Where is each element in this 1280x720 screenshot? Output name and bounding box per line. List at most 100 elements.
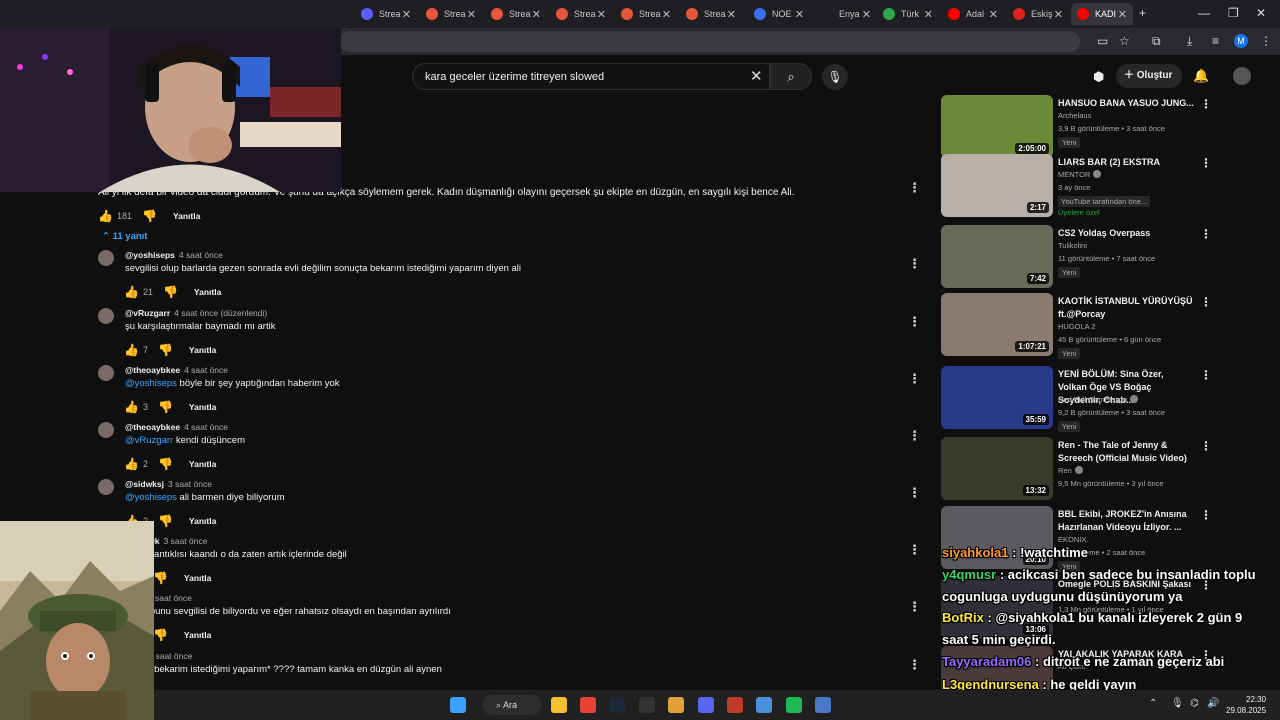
video-menu-icon[interactable]: ⋮ [1200,508,1212,522]
recommended-video[interactable]: 13:32 Ren - The Tale of Jenny & Screech (… [941,437,1216,503]
comment-author[interactable]: @theoaybkee 4 saat önce [125,365,228,375]
app-icon[interactable] [668,697,684,713]
video-thumbnail[interactable]: 35:59 [941,366,1053,429]
dislike-icon[interactable]: 👎 [153,571,168,585]
dislike-icon[interactable]: 👎 [158,514,173,528]
tray-chevron-icon[interactable]: ⌃ [1149,698,1157,709]
comment-menu-icon[interactable]: ⋮ [908,485,921,501]
chrome-active-icon[interactable] [756,697,772,713]
taskbar-search[interactable]: ⌕ Ara [482,695,542,715]
browser-tab[interactable]: Eskiş ✕ [1007,3,1069,25]
channel-name[interactable]: Red Bull Gamerszon [1058,395,1139,404]
channel-name[interactable]: Tulikolini [1058,241,1087,250]
browser-tab[interactable]: Enya ✕ [815,3,877,25]
search-input[interactable]: kara geceler üzerime titreyen slowed [412,63,770,90]
video-thumbnail[interactable]: 1:07:21 [941,293,1053,356]
avatar[interactable] [98,365,114,381]
avatar[interactable] [98,308,114,324]
premium-icon[interactable]: ⬢ [1093,69,1104,85]
media-icon[interactable]: ≡ [1212,34,1219,48]
search-button[interactable]: ⌕ [770,63,812,90]
close-tab-icon[interactable]: ✕ [597,8,606,21]
replies-toggle[interactable]: ⌃ 11 yanıt [102,231,147,242]
channel-label[interactable]: Tulikolini [1058,241,1087,250]
video-menu-icon[interactable]: ⋮ [1200,368,1212,382]
comment-author[interactable]: @yoshiseps 4 saat önce [125,250,223,260]
browser-tab[interactable]: Strea ✕ [355,3,417,25]
close-tab-icon[interactable]: ✕ [727,8,736,21]
browser-tab[interactable]: Strea ✕ [680,3,742,25]
browser-tab[interactable]: Türk ✕ [877,3,939,25]
windows-start-icon[interactable] [450,697,466,713]
channel-name[interactable]: MENTOR [1058,170,1102,179]
clear-search-icon[interactable]: ✕ [750,67,763,85]
close-tab-icon[interactable]: ✕ [532,8,541,21]
author-name[interactable]: @theoaybkee [125,422,180,432]
avatar[interactable] [98,422,114,438]
recommended-video[interactable]: 20:10 BBL Ekibi, JROKEZ'in Anısına Hazırl… [941,506,1216,572]
spotify-icon[interactable] [786,697,802,713]
like-icon[interactable]: 👍 [124,400,139,414]
new-tab-icon[interactable]: + [1139,6,1146,20]
dislike-icon[interactable]: 👎 [163,285,178,299]
extensions-icon[interactable]: ⧉ [1152,34,1161,49]
channel-label[interactable]: Archelaus [1058,111,1091,120]
comment-time[interactable]: 2 saat önce [148,593,192,603]
close-tab-icon[interactable]: ✕ [862,8,871,21]
steam-icon[interactable] [609,697,625,713]
app-blue-icon[interactable] [815,697,831,713]
close-tab-icon[interactable]: ✕ [989,8,998,21]
reply-button[interactable]: Yanıtla [189,345,216,355]
comment-menu-icon[interactable]: ⋮ [908,256,921,272]
dislike-icon[interactable]: 👎 [158,400,173,414]
comment-time[interactable]: 3 saat önce [164,536,208,546]
close-tab-icon[interactable]: ✕ [924,8,933,21]
dislike-icon[interactable]: 👎 [158,457,173,471]
video-title[interactable]: HANSUO BANA YASUO JUNG... [1058,97,1194,110]
browser-tab[interactable]: Strea ✕ [550,3,612,25]
video-thumbnail[interactable]: 2:05:00 [941,95,1053,158]
comment-menu-icon[interactable]: ⋮ [908,371,921,387]
video-title[interactable]: KAOTİK İSTANBUL YÜRÜYÜŞÜ ft.@Porcay [1058,295,1194,321]
comment-time[interactable]: 3 saat önce [168,479,212,489]
reply-button[interactable]: Yanıtla [194,287,221,297]
reply-button[interactable]: Yanıtla [189,459,216,469]
reply-button[interactable]: Yanıtla [184,573,211,583]
dislike-icon[interactable]: 👎 [158,343,173,357]
reply-button[interactable]: Yanıtla [184,630,211,640]
like-icon[interactable]: 👍 [124,343,139,357]
like-icon[interactable]: 👍 [98,209,113,223]
mention-link[interactable]: @vRuzgarr [125,435,173,446]
minimize-icon[interactable]: — [1198,6,1210,20]
taskbar-clock[interactable]: 22:30 29.08.2025 [1226,694,1266,716]
video-thumbnail[interactable]: 2:17 [941,154,1053,217]
author-name[interactable]: @vRuzgarr [125,308,170,318]
chrome-icon[interactable] [580,697,596,713]
comment-time[interactable]: 4 saat önce [184,422,228,432]
mention-link[interactable]: @yoshiseps [125,378,177,389]
browser-tab[interactable]: Strea ✕ [420,3,482,25]
video-title[interactable]: LIARS BAR (2) EKSTRA [1058,156,1194,169]
channel-name[interactable]: Ren [1058,466,1083,475]
notifications-bell-icon[interactable]: 🔔 [1193,68,1209,84]
comment-menu-icon[interactable]: ⋮ [908,599,921,615]
channel-name[interactable]: EKONIX. [1058,535,1088,544]
author-name[interactable]: @yoshiseps [125,250,175,260]
browser-profile-avatar[interactable]: M [1234,34,1248,48]
reply-button[interactable]: Yanıtla [173,211,200,221]
video-menu-icon[interactable]: ⋮ [1200,227,1212,241]
video-thumbnail[interactable]: 13:32 [941,437,1053,500]
cast-icon[interactable]: ▭ [1097,34,1108,48]
video-menu-icon[interactable]: ⋮ [1200,439,1212,453]
video-thumbnail[interactable]: 7:42 [941,225,1053,288]
comment-time[interactable]: 4 saat önce [184,365,228,375]
account-avatar[interactable] [1233,67,1251,85]
network-icon[interactable]: ⌬ [1190,698,1199,709]
close-tab-icon[interactable]: ✕ [795,8,804,21]
channel-label[interactable]: Ren [1058,466,1072,475]
app-red-icon[interactable] [727,697,743,713]
dislike-icon[interactable]: 👎 [153,628,168,642]
comment-author[interactable]: @theoaybkee 4 saat önce [125,422,228,432]
author-name[interactable]: @sidwksj [125,479,164,489]
browser-tab[interactable]: Adal ✕ [942,3,1004,25]
